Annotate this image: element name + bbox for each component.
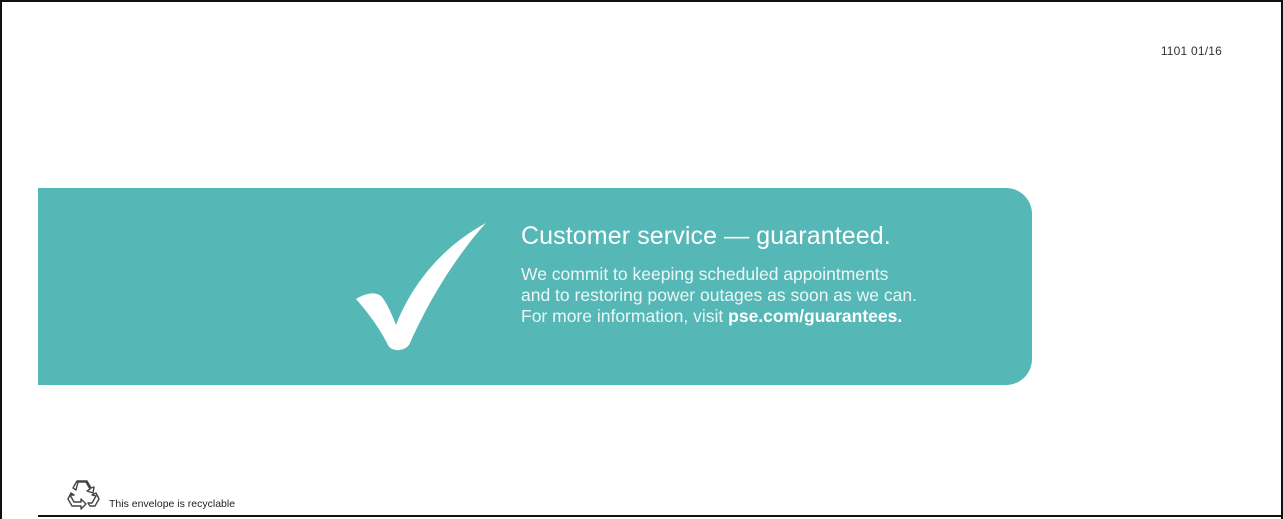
checkmark-icon bbox=[356, 223, 486, 351]
recycle-icon bbox=[67, 480, 100, 510]
banner-line-1: We commit to keeping scheduled appointme… bbox=[521, 264, 889, 284]
guarantees-link[interactable]: pse.com/guarantees. bbox=[728, 306, 902, 326]
banner-body: We commit to keeping scheduled appointme… bbox=[521, 264, 917, 327]
banner-headline: Customer service — guaranteed. bbox=[521, 222, 891, 250]
bottom-border bbox=[38, 515, 1283, 517]
more-info-prefix: For more information, visit bbox=[521, 306, 729, 326]
form-code: 1101 01/16 bbox=[1160, 44, 1222, 58]
banner-line-2: and to restoring power outages as soon a… bbox=[521, 285, 917, 305]
banner-line-3: For more information, visit pse.com/guar… bbox=[521, 306, 917, 327]
recyclable-note: This envelope is recyclable bbox=[109, 498, 236, 510]
